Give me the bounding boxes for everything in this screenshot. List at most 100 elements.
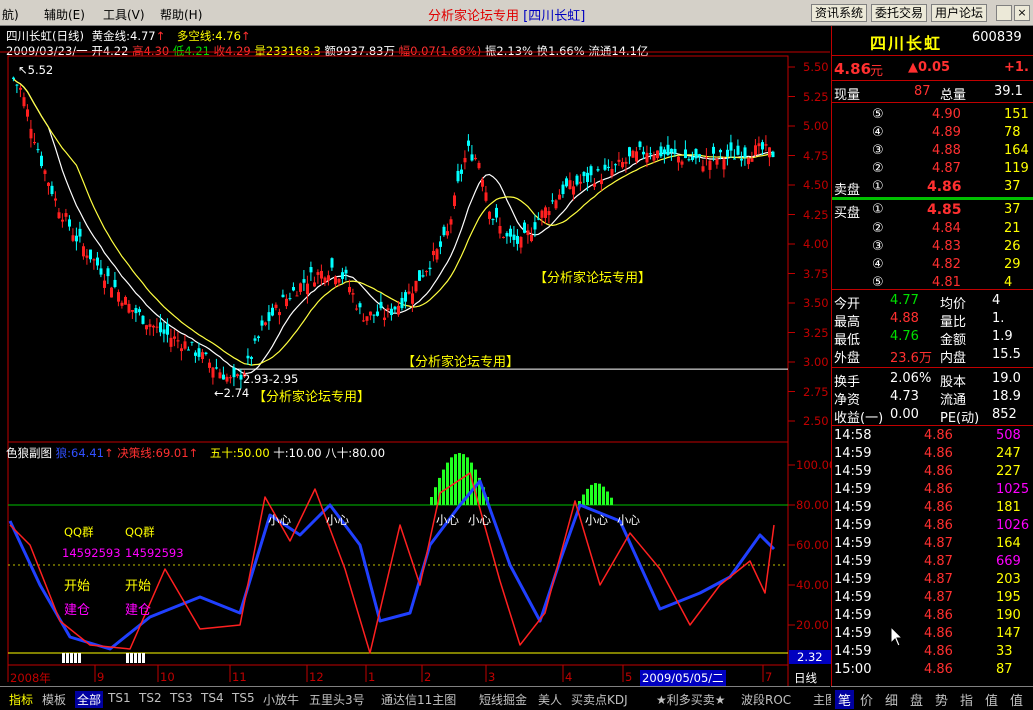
candle-body: [729, 142, 733, 151]
candle-body: [750, 158, 754, 162]
indicator-tab[interactable]: TS2: [139, 691, 162, 705]
candle-body: [113, 279, 117, 287]
buy-order-row: ④ 4.82 29: [832, 256, 1033, 274]
indicator-tab[interactable]: 波段ROC: [741, 691, 791, 708]
minimize-button[interactable]: [996, 5, 1012, 21]
date-axis-label: 2: [424, 670, 432, 684]
trade-button[interactable]: 委托交易: [871, 4, 928, 22]
tick-time: 14:59: [834, 500, 872, 515]
candle-body: [680, 161, 684, 165]
quote-tab[interactable]: 细: [885, 690, 898, 709]
tick-volume: 669: [996, 554, 1021, 569]
indicator-tab[interactable]: TS5: [232, 691, 255, 705]
candle-body: [271, 307, 274, 316]
quote-tab[interactable]: 指: [960, 690, 973, 709]
candle-body: [92, 259, 96, 261]
candle-body: [208, 362, 211, 368]
tick-price: 4.86: [924, 428, 953, 443]
indicator-tab[interactable]: 指标: [9, 691, 33, 708]
news-system-button[interactable]: 资讯系统: [811, 4, 868, 22]
price-axis-label: 5.50: [803, 60, 829, 74]
candle-body: [575, 175, 579, 185]
close-button[interactable]: ×: [1014, 5, 1030, 21]
price-axis-label: 4.00: [803, 237, 829, 251]
indicator-tab[interactable]: 买卖点KDJ: [571, 691, 628, 708]
candle-body: [470, 154, 474, 161]
candle-body: [453, 195, 456, 207]
candle-body: [141, 315, 145, 324]
candle-body: [369, 311, 372, 316]
tick-row: 14:59 4.86 1026: [832, 517, 1033, 535]
forum-button[interactable]: 用户论坛: [931, 4, 988, 22]
quote-tab[interactable]: 笔: [835, 690, 855, 709]
careful-1: 小心: [268, 513, 291, 527]
order-volume: 21: [1004, 221, 1021, 236]
tick-volume: 1025: [996, 482, 1030, 497]
sub-header: 色狼副图 狼:64.41↑ 决策线:69.01↑ 五十:50.00 十:10.0…: [6, 446, 386, 460]
stat-row: 换手 2.06% 股本 19.0: [832, 370, 1033, 390]
candle-body: [526, 230, 530, 236]
indicator-tab[interactable]: 五里头3号: [309, 691, 365, 708]
candle-body: [215, 367, 218, 369]
quote-tab[interactable]: 盘: [910, 690, 923, 709]
stat-value: 4.73: [890, 389, 919, 404]
tick-row: 14:58 4.86 508: [832, 427, 1033, 445]
quote-tab[interactable]: 势: [935, 690, 948, 709]
indicator-tab[interactable]: 通达信11主图: [381, 691, 456, 708]
indicator-tab[interactable]: TS1: [108, 691, 131, 705]
candle-body: [544, 207, 547, 218]
candle-body: [407, 291, 411, 294]
candle-body: [589, 166, 593, 176]
indicator-tab[interactable]: TS4: [201, 691, 224, 705]
order-price: 4.82: [932, 257, 961, 272]
period-label[interactable]: 日线: [794, 670, 817, 686]
volume-row: 现量 87 总量 39.1: [832, 83, 1033, 103]
candle-body: [82, 246, 85, 257]
quote-tab[interactable]: 值: [1010, 690, 1023, 709]
tick-time: 14:59: [834, 554, 872, 569]
candle-body: [740, 158, 743, 161]
candle-body: [579, 181, 582, 184]
stat-value: 1.9: [992, 329, 1013, 344]
menu-assist[interactable]: 辅助(E): [44, 6, 85, 23]
date-axis-label: 9: [97, 670, 105, 684]
tick-time: 14:59: [834, 644, 872, 659]
chart-area[interactable]: 四川长虹(日线) 黄金线:4.77↑ 多空线:4.76↑ 2009/03/23/…: [0, 26, 836, 686]
menu-tools[interactable]: 工具(V): [103, 6, 145, 23]
menu-view[interactable]: 航): [2, 6, 19, 23]
candle-body: [561, 184, 565, 195]
candle-body: [43, 170, 47, 174]
tick-row: 14:59 4.86 181: [832, 499, 1033, 517]
indicator-tab[interactable]: 美人: [538, 691, 562, 708]
tick-volume: 164: [996, 536, 1021, 551]
careful-5: 小心: [585, 513, 608, 527]
bottom-bar: [138, 653, 141, 663]
stat-value: 15.5: [992, 347, 1021, 362]
sell-1-price: 4.86: [927, 179, 962, 195]
order-volume: 164: [1004, 143, 1029, 158]
tick-time: 14:58: [834, 428, 872, 443]
total-vol-label: 总量: [940, 88, 967, 103]
signal-bar: [446, 462, 449, 505]
candle-body: [253, 338, 257, 341]
indicator-tab[interactable]: 小放牛: [263, 691, 299, 708]
tick-volume: 1026: [996, 518, 1030, 533]
start-label-1: 开始: [64, 579, 91, 594]
menu-help[interactable]: 帮助(H): [160, 6, 202, 23]
signal-bar: [610, 497, 613, 505]
indicator-tab[interactable]: TS3: [170, 691, 193, 705]
candle-body: [736, 145, 740, 155]
quote-tab[interactable]: 值: [985, 690, 998, 709]
indicator-tab[interactable]: ★利多买卖★: [656, 691, 726, 708]
candle-body: [771, 151, 775, 158]
buy-label: 买盘: [834, 206, 861, 221]
quote-tab[interactable]: 价: [860, 690, 873, 709]
candle-body: [449, 219, 453, 225]
indicator-tab[interactable]: 模板: [42, 691, 66, 708]
tick-price: 4.86: [924, 464, 953, 479]
candle-body: [484, 192, 488, 201]
sell-order-row: ④ 4.89 78: [832, 124, 1033, 142]
indicator-tab[interactable]: 全部: [75, 691, 104, 708]
indicator-tab[interactable]: 短线掘金: [479, 691, 527, 708]
candle-body: [246, 355, 250, 359]
